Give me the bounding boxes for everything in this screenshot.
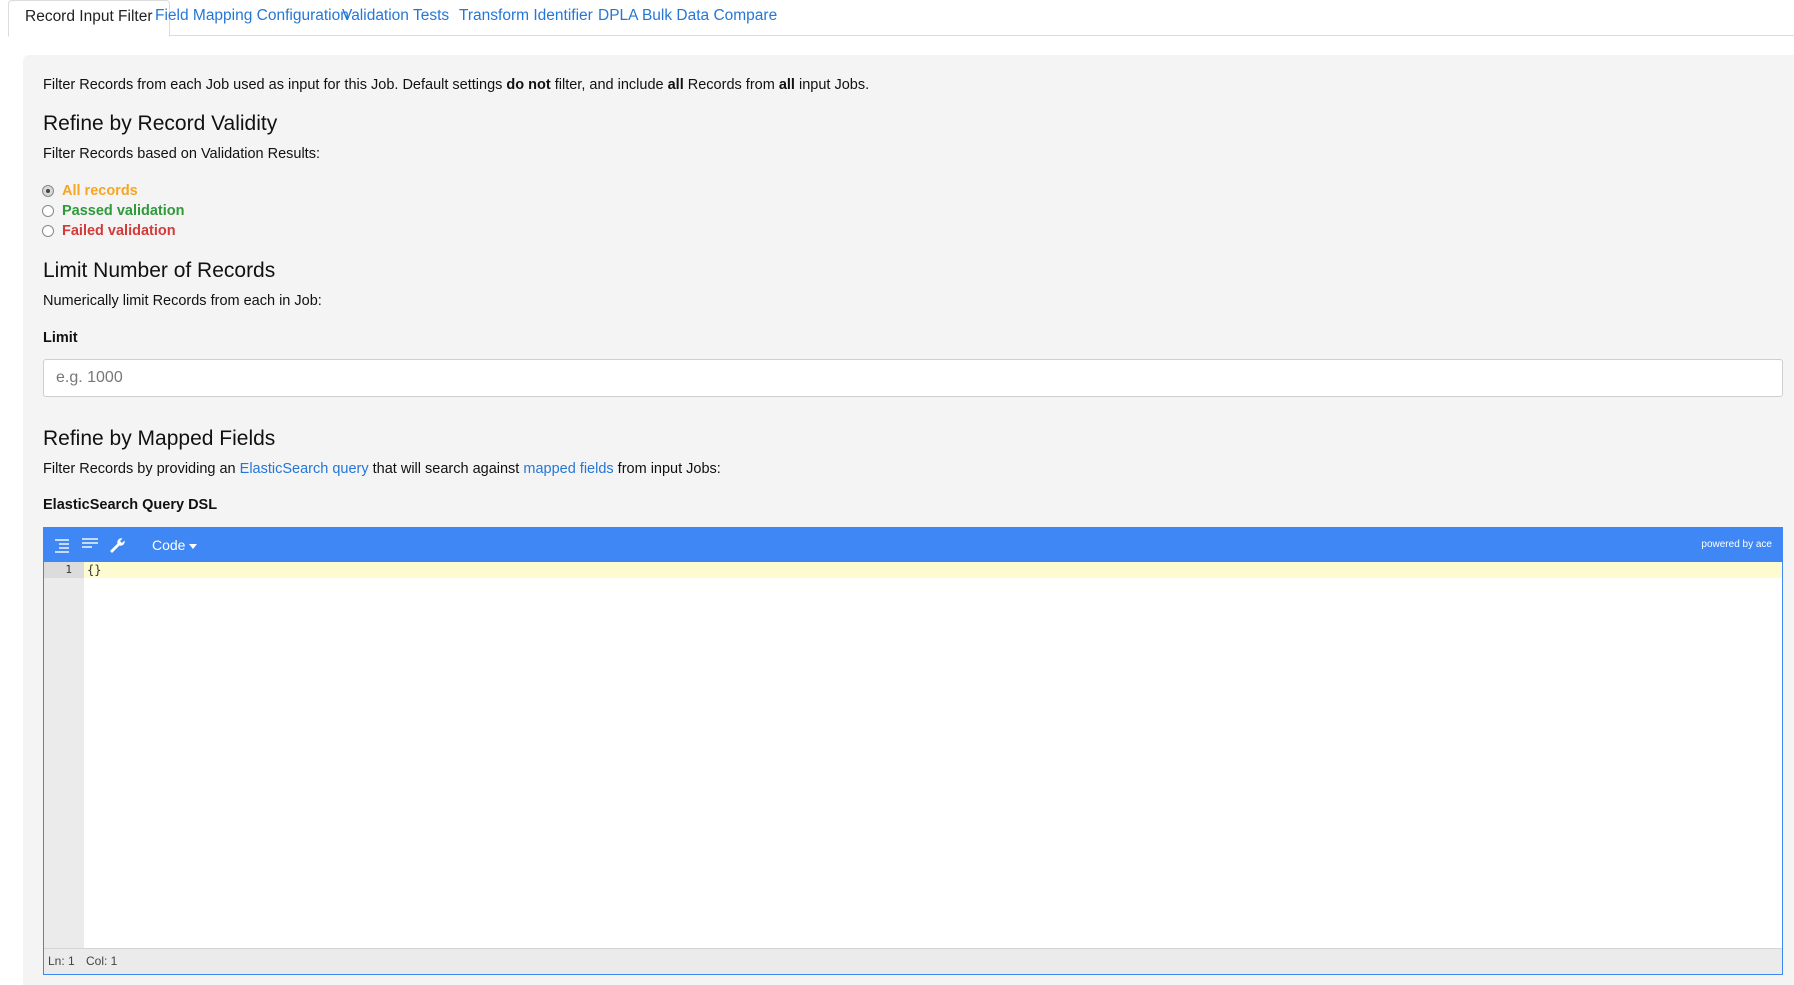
- intro-emphasis: do not: [506, 77, 551, 93]
- limit-section-title: Limit Number of Records: [43, 259, 276, 282]
- tab-bar: Record Input Filter Field Mapping Config…: [8, 0, 1794, 37]
- mapped-subtitle-part: from input Jobs:: [613, 461, 721, 477]
- radio-label[interactable]: Passed validation: [62, 203, 185, 219]
- intro-emphasis: all: [778, 77, 795, 93]
- active-line-highlight: [84, 562, 1782, 578]
- limit-field-label: Limit: [43, 330, 78, 346]
- chevron-down-icon: [189, 543, 198, 549]
- validity-section-title: Refine by Record Validity: [43, 112, 278, 135]
- intro-part: Records from: [683, 77, 779, 93]
- mapped-subtitle: Filter Records by providing an ElasticSe…: [43, 461, 721, 477]
- validity-subtitle: Filter Records based on Validation Resul…: [43, 146, 320, 162]
- query-dsl-label: ElasticSearch Query DSL: [43, 497, 218, 513]
- mapped-section-title: Refine by Mapped Fields: [43, 427, 276, 450]
- mapped-fields-link[interactable]: mapped fields: [523, 461, 613, 477]
- mapped-subtitle-part: Filter Records by providing an: [43, 461, 240, 477]
- intro-text: Filter Records from each Job used as inp…: [43, 77, 869, 93]
- mapped-subtitle-part: that will search against: [368, 461, 524, 477]
- intro-part: input Jobs.: [794, 77, 870, 93]
- radio-button[interactable]: [42, 185, 54, 197]
- editor-gutter: [44, 562, 84, 950]
- radio-button[interactable]: [42, 205, 54, 217]
- compact-icon[interactable]: [80, 536, 100, 554]
- editor-toolbar: Code powered by ace: [44, 528, 1782, 562]
- editor-status-bar: Ln: 1 Col: 1: [44, 948, 1782, 974]
- code-line[interactable]: {}: [87, 562, 101, 578]
- elasticsearch-query-link[interactable]: ElasticSearch query: [240, 461, 369, 477]
- format-icon[interactable]: [53, 536, 73, 554]
- line-number: 1: [65, 563, 72, 576]
- cursor-col-status: Col: 1: [86, 954, 118, 968]
- tab-dpla-bulk-data-compare[interactable]: DPLA Bulk Data Compare: [582, 0, 793, 36]
- radio-label[interactable]: Failed validation: [62, 223, 176, 239]
- repair-icon[interactable]: [107, 536, 127, 554]
- radio-failed-validation[interactable]: Failed validation: [42, 221, 176, 241]
- mode-label[interactable]: Code: [152, 537, 185, 553]
- radio-button[interactable]: [42, 225, 54, 237]
- intro-part: Filter Records from each Job used as inp…: [43, 77, 507, 93]
- powered-by-ace[interactable]: powered by ace: [1701, 528, 1772, 562]
- mode-dropdown[interactable]: Code: [152, 528, 198, 562]
- radio-all-records[interactable]: All records: [42, 181, 138, 201]
- cursor-line-status: Ln: 1: [48, 954, 75, 968]
- limit-input[interactable]: [43, 359, 1783, 397]
- intro-emphasis: all: [667, 77, 684, 93]
- radio-passed-validation[interactable]: Passed validation: [42, 201, 185, 221]
- intro-part: filter, and include: [550, 77, 668, 93]
- limit-subtitle: Numerically limit Records from each in J…: [43, 293, 322, 309]
- query-dsl-editor[interactable]: Code powered by ace 1 {} Ln: 1 Col: 1: [43, 527, 1783, 975]
- radio-label[interactable]: All records: [62, 183, 138, 199]
